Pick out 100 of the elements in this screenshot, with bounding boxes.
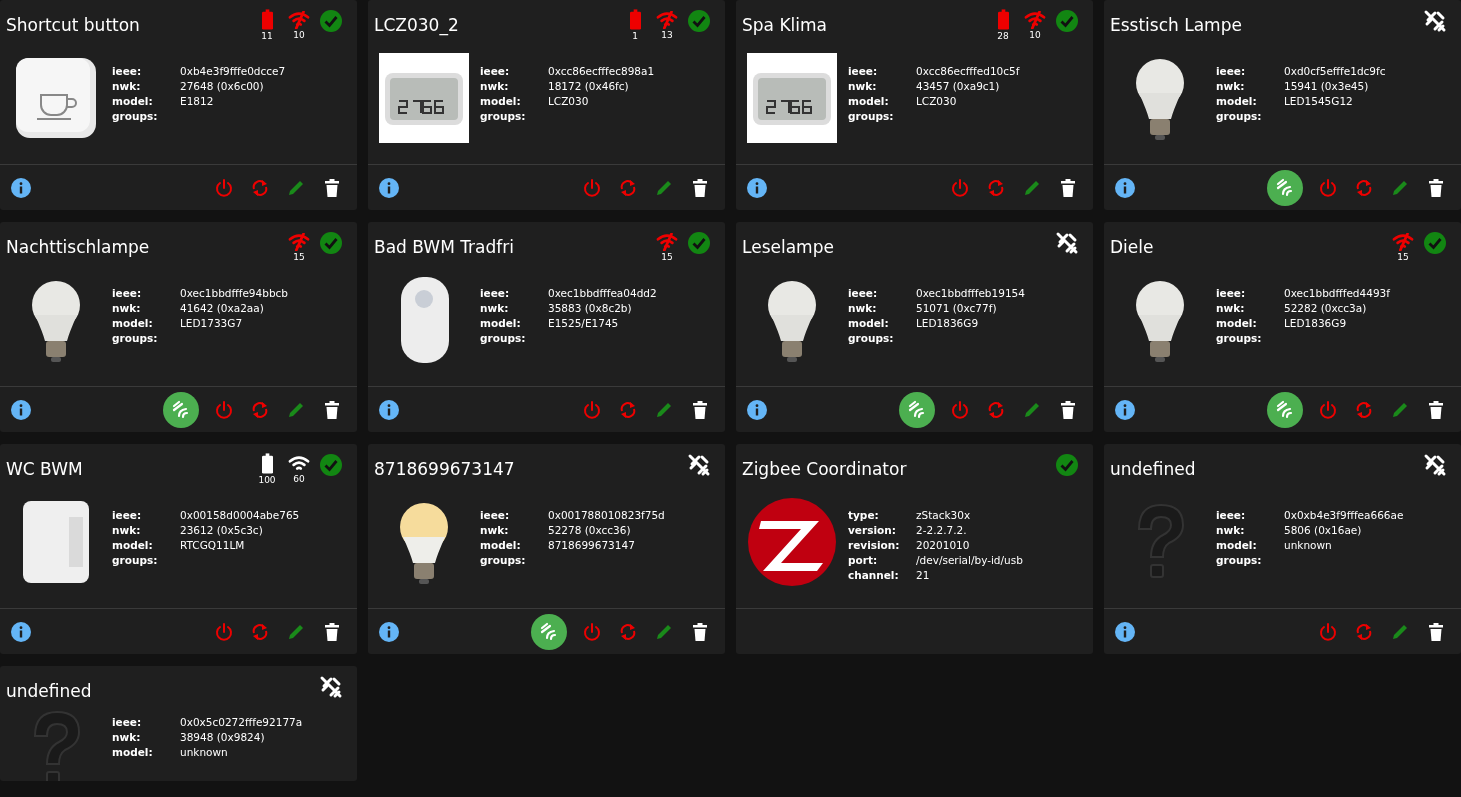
ping-button[interactable] <box>1267 391 1303 428</box>
ping-button[interactable] <box>1267 169 1303 206</box>
radio-waves-icon <box>907 399 927 420</box>
info-label: ieee: <box>112 715 143 730</box>
info-label: type: <box>848 507 880 523</box>
power-button[interactable] <box>949 176 971 199</box>
info-value: 0x00158d0004abe765 <box>180 507 300 523</box>
info-label: model: <box>480 537 522 553</box>
info-label: channel: <box>848 567 900 583</box>
info-value: 0xec1bbdfffeb19154 <box>916 285 1025 301</box>
info-label: ieee: <box>848 63 879 79</box>
ping-button[interactable] <box>163 391 199 428</box>
info-label: model: <box>1216 537 1258 553</box>
device-name: Shortcut button <box>6 15 140 35</box>
device-name: Zigbee Coordinator <box>742 459 907 479</box>
info-button[interactable] <box>10 398 32 421</box>
info-button[interactable] <box>10 620 32 643</box>
device-name: Nachttischlampe <box>6 237 150 257</box>
power-button[interactable] <box>581 398 603 421</box>
info-value: 35883 (0x8c2b) <box>548 300 633 316</box>
link-quality-reading: 13 <box>661 30 673 40</box>
power-button[interactable] <box>1317 176 1339 199</box>
info-label: groups: <box>1216 330 1263 346</box>
radio-waves-icon <box>1275 399 1295 420</box>
link-quality-reading: 15 <box>1397 252 1409 262</box>
info-label: ieee: <box>112 285 143 301</box>
info-label: nwk: <box>112 78 142 94</box>
info-button[interactable] <box>378 176 400 199</box>
info-value: zStack30x <box>916 507 972 523</box>
info-label: model: <box>112 537 154 553</box>
link-quality-reading: 60 <box>293 474 305 484</box>
info-button[interactable] <box>1114 398 1136 421</box>
info-label: groups: <box>480 108 527 124</box>
info-label: ieee: <box>112 63 143 79</box>
info-button[interactable] <box>10 176 32 199</box>
info-label: ieee: <box>480 507 511 523</box>
info-label: model: <box>112 745 154 760</box>
info-label: groups: <box>480 552 527 568</box>
info-value: 52282 (0xcc3a) <box>1284 300 1368 316</box>
power-button[interactable] <box>213 176 235 199</box>
device-name: 8718699673147 <box>374 459 515 479</box>
info-value: 0xec1bbdfffed4493f <box>1284 285 1390 301</box>
power-button[interactable] <box>581 176 603 199</box>
info-label: model: <box>1216 93 1258 109</box>
info-value: 20201010 <box>916 537 971 553</box>
info-label: nwk: <box>1216 78 1246 94</box>
power-button[interactable] <box>213 398 235 421</box>
info-label: nwk: <box>1216 300 1246 316</box>
device-name: Bad BWM Tradfri <box>374 237 514 257</box>
info-label: groups: <box>1216 552 1263 568</box>
power-button[interactable] <box>581 620 603 643</box>
info-value: 51071 (0xc77f) <box>916 300 998 316</box>
ping-button[interactable] <box>531 613 567 650</box>
battery-reading: 11 <box>261 31 273 41</box>
radio-waves-icon <box>171 399 191 420</box>
power-button[interactable] <box>213 620 235 643</box>
device-name: Diele <box>1110 237 1154 257</box>
info-label: nwk: <box>112 300 142 316</box>
link-quality-reading: 10 <box>293 30 305 40</box>
info-label: model: <box>480 315 522 331</box>
info-value: 0x0x5c0272fffe92177a <box>180 715 303 730</box>
info-value: 0x0xb4e3f9fffea666ae <box>1284 507 1404 523</box>
info-value: /dev/serial/by-id/usb <box>916 552 1023 568</box>
ping-button[interactable] <box>899 391 935 428</box>
device-name: Esstisch Lampe <box>1110 15 1242 35</box>
info-label: groups: <box>480 330 527 346</box>
info-value: LED1836G9 <box>916 315 980 331</box>
device-name: WC BWM <box>6 459 83 479</box>
info-label: ieee: <box>1216 285 1247 301</box>
info-value: E1812 <box>180 93 215 109</box>
info-label: groups: <box>112 330 159 346</box>
info-value: 18172 (0x46fc) <box>548 78 630 94</box>
info-value: 43457 (0xa9c1) <box>916 78 1001 94</box>
info-label: nwk: <box>1216 522 1246 538</box>
info-label: ieee: <box>1216 63 1247 79</box>
info-label: ieee: <box>480 63 511 79</box>
info-button[interactable] <box>1114 176 1136 199</box>
info-label: model: <box>112 315 154 331</box>
info-label: groups: <box>1216 108 1263 124</box>
info-value: 8718699673147 <box>548 537 636 553</box>
info-value: 0xcc86ecfffec898a1 <box>548 63 655 79</box>
info-value: 0xec1bbdfffea04dd2 <box>548 285 657 301</box>
info-label: groups: <box>848 108 895 124</box>
info-button[interactable] <box>746 398 768 421</box>
info-button[interactable] <box>378 620 400 643</box>
power-button[interactable] <box>1317 620 1339 643</box>
power-button[interactable] <box>1317 398 1339 421</box>
info-label: ieee: <box>480 285 511 301</box>
info-label: nwk: <box>480 522 510 538</box>
info-button[interactable] <box>1114 620 1136 643</box>
info-label: nwk: <box>848 78 878 94</box>
power-button[interactable] <box>949 398 971 421</box>
info-button[interactable] <box>746 176 768 199</box>
info-label: nwk: <box>480 78 510 94</box>
info-button[interactable] <box>378 398 400 421</box>
info-value: 38948 (0x9824) <box>180 730 266 745</box>
info-label: port: <box>848 552 879 568</box>
info-value: RTCGQ11LM <box>180 537 246 553</box>
info-label: groups: <box>112 108 159 124</box>
info-label: nwk: <box>848 300 878 316</box>
